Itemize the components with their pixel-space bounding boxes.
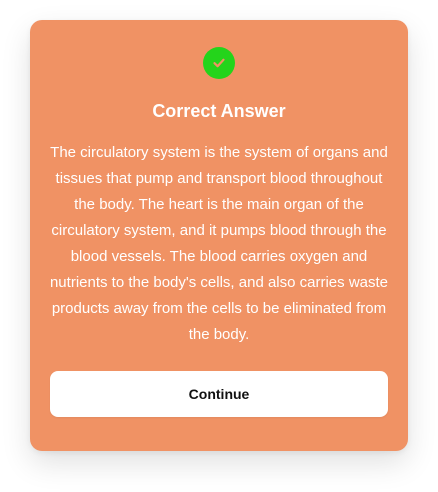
checkmark-glyph [213,58,225,68]
continue-button[interactable]: Continue [50,371,388,417]
check-circle-icon [203,47,235,79]
explanation-text: The circulatory system is the system of … [49,144,389,343]
answer-feedback-card: Correct Answer The circulatory system is… [30,20,408,451]
dialog-title: Correct Answer [152,101,286,121]
